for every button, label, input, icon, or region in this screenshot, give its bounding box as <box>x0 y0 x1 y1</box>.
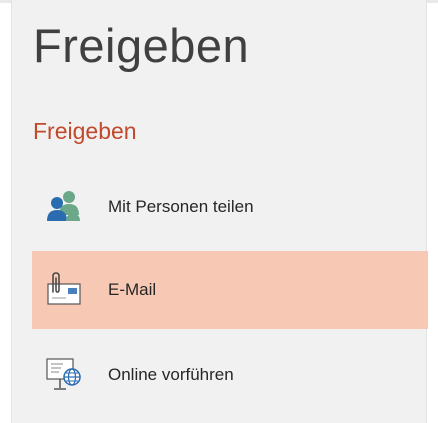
share-with-people-item[interactable]: Mit Personen teilen <box>32 168 428 246</box>
present-online-icon <box>42 353 86 397</box>
email-label: E-Mail <box>108 280 157 299</box>
share-with-people-label: Mit Personen teilen <box>108 197 254 216</box>
present-online-label: Online vorführen <box>108 365 234 384</box>
email-item[interactable]: E-Mail <box>32 251 428 329</box>
section-title: Freigeben <box>33 118 137 144</box>
people-icon <box>42 185 86 229</box>
page-title: Freigeben <box>33 19 250 72</box>
present-online-item[interactable]: Online vorführen <box>32 336 428 414</box>
email-attachment-icon <box>42 268 86 312</box>
